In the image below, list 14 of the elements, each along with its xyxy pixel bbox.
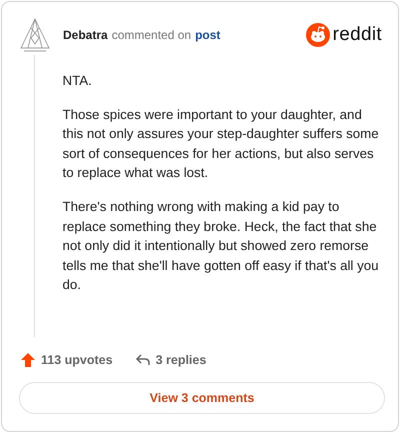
- comment-paragraph: There's nothing wrong with making a kid pay to replace something they broke. Heck, the fact that she not only did it intentionally but showed zero remorse tells me that she'll have gotten off easy if that's all you do.: [62, 198, 380, 294]
- comment-paragraph: NTA.: [62, 72, 93, 90]
- replies-count[interactable]: 3 replies: [134, 352, 206, 368]
- view-comments-button[interactable]: View 3 comments: [19, 382, 385, 414]
- upvote-count[interactable]: 113 upvotes: [20, 352, 113, 368]
- reddit-logo-icon: [306, 23, 330, 47]
- reply-arrow-icon: [134, 352, 151, 368]
- upvote-arrow-icon: [20, 352, 36, 368]
- brand-name: reddit: [332, 24, 382, 46]
- post-link[interactable]: post: [195, 28, 220, 42]
- comment-paragraph: Those spices were important to your daughter, and this not only assures your step-daughter suffers some sort of consequences for her actions, but also serves to replace what was lost.: [62, 106, 380, 182]
- author-name[interactable]: Debatra: [63, 28, 108, 42]
- avatar-icon: [20, 18, 50, 52]
- comment-action: commented on: [112, 28, 192, 42]
